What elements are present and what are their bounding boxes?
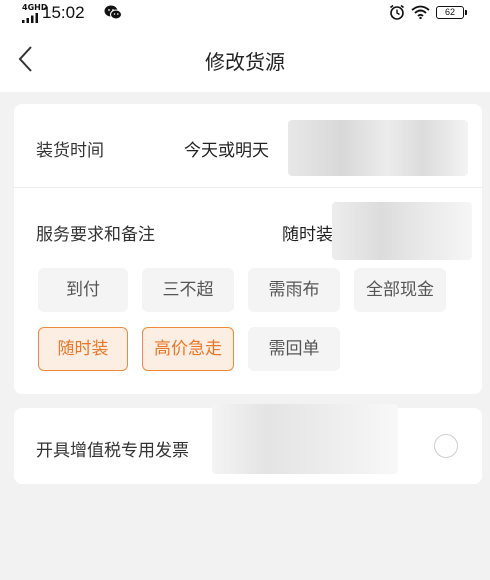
tag-load-anytime[interactable]: 随时装 bbox=[38, 327, 128, 371]
wifi-icon bbox=[411, 5, 430, 19]
loading-time-value[interactable]: 今天或明天 bbox=[184, 136, 269, 161]
divider bbox=[14, 187, 482, 188]
status-time: 15:02 bbox=[42, 3, 85, 22]
cargo-info-card: 装货时间 今天或明天 服务要求和备注 随时装 到付 三不超 需雨布 全部现金 随… bbox=[14, 104, 482, 394]
tag-cod[interactable]: 到付 bbox=[38, 268, 128, 312]
battery-icon: 62 bbox=[436, 6, 467, 19]
wechat-icon bbox=[104, 5, 122, 20]
tag-no-overload[interactable]: 三不超 bbox=[142, 268, 234, 312]
redacted-area bbox=[288, 120, 468, 176]
top-bar: 4GHD 15:02 62 修改货源 bbox=[0, 0, 490, 92]
alarm-icon bbox=[390, 4, 404, 20]
signal-icon bbox=[22, 13, 38, 23]
invoice-label: 开具增值税专用发票 bbox=[36, 441, 189, 461]
invoice-radio[interactable] bbox=[434, 434, 458, 458]
tag-all-cash[interactable]: 全部现金 bbox=[354, 268, 446, 312]
redacted-area bbox=[212, 404, 398, 474]
redacted-area bbox=[332, 202, 472, 260]
battery-level: 62 bbox=[444, 7, 455, 17]
loading-time-label: 装货时间 bbox=[36, 141, 104, 161]
tag-receipt-required[interactable]: 需回单 bbox=[248, 327, 340, 371]
tag-high-price-urgent[interactable]: 高价急走 bbox=[142, 327, 234, 371]
service-label: 服务要求和备注 bbox=[36, 225, 155, 245]
invoice-card: 开具增值税专用发票 bbox=[14, 404, 482, 484]
status-bar: 4GHD 15:02 62 bbox=[0, 0, 490, 26]
tag-tarp-required[interactable]: 需雨布 bbox=[248, 268, 340, 312]
page-title: 修改货源 bbox=[205, 50, 285, 74]
